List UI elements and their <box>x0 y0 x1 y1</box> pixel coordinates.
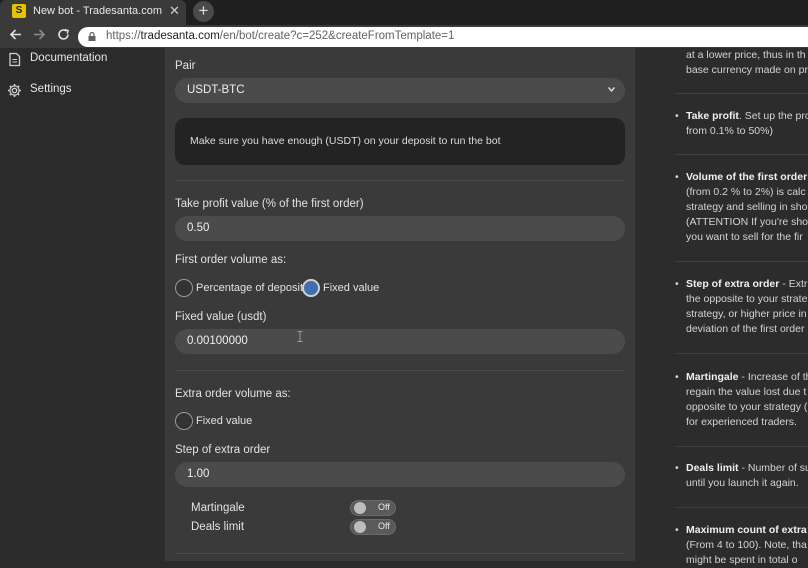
help-volume-first-order: • Volume of the first order (from 0.2 % … <box>675 171 808 243</box>
pair-label: Pair <box>175 60 196 72</box>
martingale-state: Off <box>378 502 390 512</box>
document-icon <box>9 52 21 67</box>
take-profit-label: Take profit value (% of the first order) <box>175 198 364 210</box>
pair-select[interactable]: USDT-BTC <box>175 78 625 103</box>
bullet: • <box>675 171 679 183</box>
help-step-extra-order: • Step of extra order - Extr the opposit… <box>675 278 808 335</box>
help-take-profit: • Take profit. Set up the pro from 0.1% … <box>675 110 808 137</box>
fixed-value-value: 0.00100000 <box>187 335 248 347</box>
bullet: • <box>675 462 679 474</box>
tab-title: New bot - Tradesanta.com <box>33 5 163 17</box>
forward-arrow-icon[interactable] <box>33 28 46 45</box>
help-max-extra-orders: • Maximum count of extra (From 4 to 100)… <box>675 524 807 566</box>
sidebar-item-label: Settings <box>30 83 72 95</box>
deposit-notice: Make sure you have enough (USDT) on your… <box>175 118 625 165</box>
step-of-extra-order-value: 1.00 <box>187 468 210 480</box>
text-cursor-icon <box>297 331 303 342</box>
divider <box>675 353 808 354</box>
sidebar: Documentation Settings <box>0 48 142 561</box>
help-martingale: • Martingale - Increase of th regain the… <box>675 371 808 428</box>
radio-extra-fixed-value[interactable] <box>175 412 193 430</box>
radio-percentage-of-deposit[interactable] <box>175 279 193 297</box>
divider <box>175 553 625 554</box>
bullet: • <box>675 278 679 290</box>
deposit-notice-text: Make sure you have enough (USDT) on your… <box>190 135 501 147</box>
pair-value: USDT-BTC <box>187 84 245 96</box>
radio-percentage-of-deposit-label: Percentage of deposit <box>196 282 304 294</box>
martingale-toggle[interactable]: Off <box>350 500 396 516</box>
take-profit-value: 0.50 <box>187 222 210 234</box>
divider <box>675 507 808 508</box>
new-tab-button[interactable]: + <box>193 1 214 22</box>
radio-fixed-value[interactable] <box>302 279 320 297</box>
bullet: • <box>675 524 679 536</box>
toggle-knob <box>354 502 366 514</box>
back-arrow-icon[interactable] <box>9 28 22 45</box>
take-profit-input[interactable]: 0.50 <box>175 216 625 241</box>
divider <box>675 446 808 447</box>
help-intro: at a lower price, thus in th base curren… <box>686 49 808 76</box>
deals-limit-toggle[interactable]: Off <box>350 519 396 535</box>
divider <box>675 93 808 94</box>
help-panel: at a lower price, thus in th base curren… <box>635 48 808 566</box>
deals-limit-state: Off <box>378 521 390 531</box>
fixed-value-input[interactable]: 0.00100000 <box>175 329 625 354</box>
step-of-extra-order-input[interactable]: 1.00 <box>175 462 625 487</box>
url-text: https://tradesanta.com/en/bot/create?c=2… <box>106 30 455 42</box>
reload-icon[interactable] <box>57 28 70 45</box>
bullet: • <box>675 110 679 122</box>
url-bar[interactable]: https://tradesanta.com/en/bot/create?c=2… <box>78 27 808 47</box>
lock-icon <box>88 32 96 41</box>
step-of-extra-order-label: Step of extra order <box>175 444 271 456</box>
radio-fixed-value-label: Fixed value <box>323 282 380 294</box>
browser-toolbar: https://tradesanta.com/en/bot/create?c=2… <box>0 25 808 48</box>
radio-extra-fixed-value-label: Fixed value <box>196 415 253 427</box>
toggle-knob <box>354 521 366 533</box>
divider <box>675 154 808 155</box>
bullet: • <box>675 371 679 383</box>
content-gutter <box>142 48 165 561</box>
browser-tab-bar: S New bot - Tradesanta.com ✕ + <box>0 0 808 25</box>
sidebar-item-label: Documentation <box>30 52 108 64</box>
browser-tab[interactable]: S New bot - Tradesanta.com ✕ <box>0 0 186 25</box>
tradesanta-favicon-icon: S <box>12 4 26 18</box>
divider <box>175 370 625 371</box>
divider <box>175 180 625 181</box>
help-deals-limit: • Deals limit - Number of su until you l… <box>675 462 808 489</box>
divider <box>675 261 808 262</box>
bot-settings-form: Pair USDT-BTC Make sure you have enough … <box>165 48 635 561</box>
fixed-value-label: Fixed value (usdt) <box>175 311 267 323</box>
martingale-label: Martingale <box>191 502 245 514</box>
first-order-volume-label: First order volume as: <box>175 254 287 266</box>
extra-order-volume-label: Extra order volume as: <box>175 388 291 400</box>
tab-close-icon[interactable]: ✕ <box>169 3 180 19</box>
chevron-down-icon <box>608 87 615 92</box>
deals-limit-label: Deals limit <box>191 521 245 533</box>
gear-icon <box>8 84 21 97</box>
